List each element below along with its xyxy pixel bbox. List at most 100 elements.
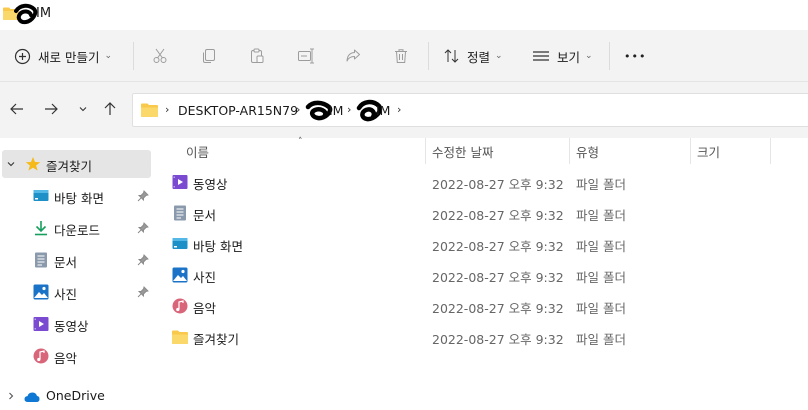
more-icon: ••• [624,49,647,63]
table-row[interactable]: 동영상 2022-08-27 오후 9:32 파일 폴더 [154,167,808,198]
table-row[interactable]: 사진 2022-08-27 오후 9:32 파일 폴더 [154,260,808,291]
view-icon [533,51,549,61]
table-row[interactable]: 문서 2022-08-27 오후 9:32 파일 폴더 [154,198,808,229]
sidebar-item-documents[interactable]: 문서 [0,246,152,274]
video-icon [33,317,49,331]
view-button-label: 보기 [557,49,581,65]
chevron-down-icon: ⌄ [104,51,113,61]
sidebar-item-label: 문서 [54,255,78,270]
sidebar-item-label: 바탕 화면 [54,191,104,206]
file-type: 파일 폴더 [576,301,626,316]
column-divider[interactable] [569,138,570,164]
new-button[interactable]: 새로 만들기 ⌄ [14,44,112,68]
breadcrumb-current[interactable]: IM [376,103,390,118]
column-divider[interactable] [690,138,691,164]
column-header-name[interactable]: 이름 [186,142,209,161]
back-button[interactable] [6,98,28,120]
column-divider[interactable] [425,138,426,164]
picture-icon [172,267,188,283]
breadcrumb-folder[interactable]: IM [329,103,343,118]
breadcrumb-chevron-icon: › [397,103,402,116]
sidebar-item-downloads[interactable]: 다운로드 [0,214,152,242]
sidebar-item-pictures[interactable]: 사진 [0,278,152,306]
copy-button[interactable] [201,44,217,68]
sidebar-item-label: 음악 [54,351,78,366]
chevron-right-icon[interactable] [6,391,16,401]
music-icon [172,298,188,314]
picture-icon [33,284,49,300]
column-header-date[interactable]: 수정한 날짜 [432,142,493,161]
table-row[interactable]: 즐겨찾기 2022-08-27 오후 9:32 파일 폴더 [154,322,808,353]
sort-button-label: 정렬 [467,49,491,65]
chevron-down-icon: ⌄ [585,51,593,61]
pin-icon[interactable] [137,190,149,202]
plus-circle-icon [14,48,31,64]
pin-icon[interactable] [137,222,149,234]
file-list: ˄ 이름 수정한 날짜 유형 크기 동영상 2022-08-27 오후 9:32… [154,137,808,410]
title-bar: IM [0,0,808,30]
file-name: 사진 [193,270,217,285]
sidebar-item-label: OneDrive [46,388,105,403]
sidebar-item-videos[interactable]: 동영상 [0,310,152,338]
table-row[interactable]: 음악 2022-08-27 오후 9:32 파일 폴더 [154,291,808,322]
cut-button[interactable] [152,44,168,68]
paste-icon [251,48,264,63]
sidebar-item-label: 다운로드 [54,223,101,238]
chevron-down-icon [7,162,15,167]
folder-icon [172,330,188,344]
rename-button[interactable] [297,44,315,68]
sort-button[interactable]: 정렬 ⌄ [443,44,503,68]
arrow-up-icon [104,102,116,115]
file-date: 2022-08-27 오후 9:32 [432,239,564,254]
rename-icon [298,48,314,64]
column-header-size[interactable]: 크기 [697,142,720,161]
pin-icon[interactable] [137,286,149,298]
column-header-type[interactable]: 유형 [576,142,599,161]
file-name: 음악 [193,301,217,316]
delete-button[interactable] [393,44,409,68]
desktop-icon [172,238,188,249]
sidebar-item-label: 즐겨찾기 [46,159,93,174]
table-row[interactable]: 바탕 화면 2022-08-27 오후 9:32 파일 폴더 [154,229,808,260]
video-icon [172,175,188,189]
download-icon [35,221,47,236]
column-divider[interactable] [770,138,771,164]
command-bar: 새로 만들기 ⌄ 정렬 ⌄ 보기 ⌄ ••• [0,30,808,82]
sidebar-item-music[interactable]: 음악 [0,342,152,370]
breadcrumb-chevron-icon: › [296,103,301,116]
file-date: 2022-08-27 오후 9:32 [432,332,564,347]
sidebar-item-onedrive[interactable]: OneDrive [0,382,152,410]
breadcrumb-chevron-icon: › [165,103,170,116]
scissors-icon [153,48,167,63]
divider [428,42,429,70]
address-bar[interactable]: › DESKTOP-AR15N79 › IM › IM › [132,93,808,127]
chevron-down-icon [79,107,87,112]
file-date: 2022-08-27 오후 9:32 [432,301,564,316]
view-button[interactable]: 보기 ⌄ [532,44,593,68]
file-date: 2022-08-27 오후 9:32 [432,208,564,223]
file-name: 문서 [193,208,217,223]
folder-icon [141,103,158,117]
pin-icon[interactable] [137,254,149,266]
sidebar-item-desktop[interactable]: 바탕 화면 [0,182,152,210]
sidebar-item-favorites[interactable]: 즐겨찾기 [2,150,151,178]
address-row: › DESKTOP-AR15N79 › IM › IM › [0,82,808,138]
file-name: 바탕 화면 [193,239,243,254]
recent-locations-button[interactable] [72,98,94,120]
file-date: 2022-08-27 오후 9:32 [432,270,564,285]
document-icon [174,205,186,221]
breadcrumb-chevron-icon: › [347,103,352,116]
up-button[interactable] [99,98,121,120]
more-options-button[interactable]: ••• [624,44,646,68]
file-type: 파일 폴더 [576,332,626,347]
breadcrumb-computer[interactable]: DESKTOP-AR15N79 [178,103,298,118]
sort-ascending-icon: ˄ [298,137,303,147]
paste-button[interactable] [249,44,265,68]
file-type: 파일 폴더 [576,270,626,285]
music-icon [33,348,49,364]
share-icon [346,49,360,62]
share-button[interactable] [345,44,361,68]
forward-button[interactable] [40,98,62,120]
sidebar-item-label: 사진 [54,287,78,302]
divider [133,42,134,70]
